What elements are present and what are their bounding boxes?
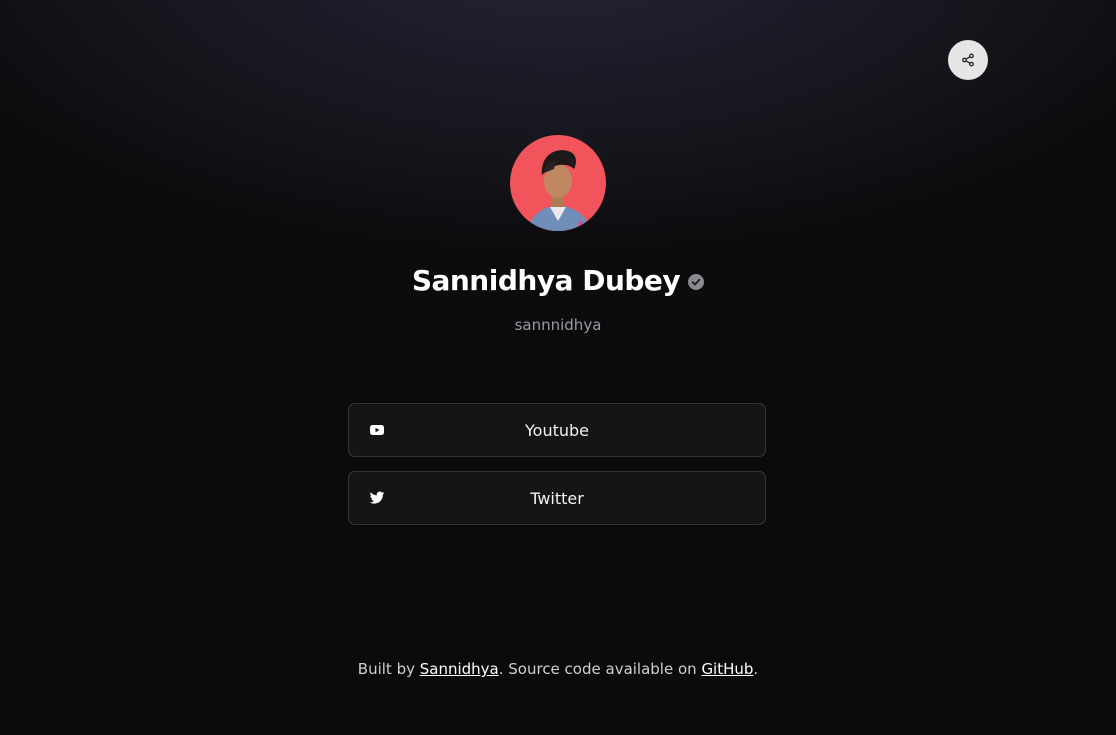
profile-header: Sannidhya Dubey: [0, 264, 1116, 297]
avatar: [510, 135, 606, 231]
profile-username: sannnidhya: [514, 316, 602, 334]
verified-icon: [688, 273, 705, 290]
link-button-youtube[interactable]: Youtube: [348, 403, 766, 457]
footer: Built by Sannidhya. Source code availabl…: [0, 660, 1116, 678]
link-label-youtube: Youtube: [525, 420, 589, 440]
footer-prefix: Built by: [357, 660, 420, 678]
share-icon: [962, 53, 974, 67]
profile-name: Sannidhya Dubey: [411, 264, 681, 297]
youtube-icon: [370, 425, 384, 435]
link-button-twitter[interactable]: Twitter: [348, 471, 766, 525]
github-link[interactable]: GitHub: [701, 660, 753, 678]
share-button[interactable]: [948, 40, 988, 80]
footer-middle: . Source code available on: [498, 660, 702, 678]
link-label-twitter: Twitter: [530, 488, 584, 508]
twitter-icon: [369, 491, 385, 504]
footer-suffix: .: [753, 660, 759, 678]
author-link[interactable]: Sannidhya: [420, 660, 499, 678]
